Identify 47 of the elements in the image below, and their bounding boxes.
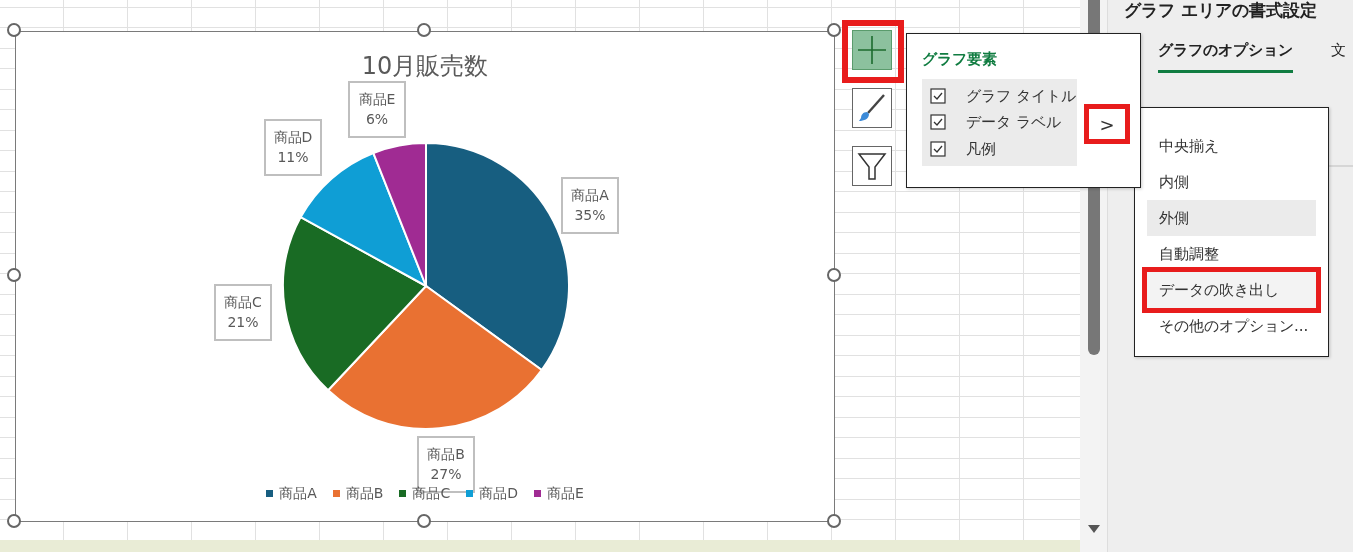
pane-tab[interactable]: 文 (1331, 38, 1346, 73)
value-text: 35% (574, 207, 606, 223)
checkbox[interactable] (930, 140, 946, 157)
chart-area[interactable]: 10月販売数 商品A 35% 商品B 27% 商品C 21% 商品D 11% 商品E 6% 商品A 商品B 商品C 商品D 商品E (15, 31, 835, 522)
resize-handle[interactable] (827, 23, 841, 37)
filter-icon (856, 150, 888, 182)
resize-handle[interactable] (7, 514, 21, 528)
value-text: 27% (430, 466, 462, 482)
menu-item[interactable]: その他のオプション... (1147, 308, 1316, 344)
resize-handle[interactable] (827, 514, 841, 528)
checkbox-item[interactable]: グラフ タイトル (922, 82, 1077, 109)
legend-label: 商品D (479, 484, 518, 503)
label-text: 商品C (224, 295, 262, 311)
checkbox-item[interactable]: 凡例 (922, 135, 1077, 162)
checkbox[interactable] (930, 114, 946, 131)
label-text: 商品A (571, 188, 609, 204)
value-text: 11% (277, 149, 309, 165)
menu-item[interactable]: 中央揃え (1147, 128, 1316, 164)
resize-handle[interactable] (417, 514, 431, 528)
chart-styles-button[interactable] (852, 88, 892, 128)
resize-handle[interactable] (827, 268, 841, 282)
label-text: 商品E (358, 92, 396, 108)
checkbox[interactable] (930, 87, 946, 104)
value-text: 21% (227, 314, 259, 330)
scroll-down-icon[interactable] (1087, 524, 1101, 534)
label-text: 商品B (427, 447, 465, 463)
pane-tab[interactable]: グラフのオプション (1158, 38, 1293, 73)
chart-elements-button[interactable] (852, 30, 892, 70)
legend-label: 商品B (345, 484, 384, 503)
resize-handle[interactable] (7, 23, 21, 37)
plus-icon (856, 34, 888, 66)
resize-handle[interactable] (417, 23, 431, 37)
menu-item[interactable]: 内側 (1147, 164, 1316, 200)
chart-filters-button[interactable] (852, 146, 892, 186)
pane-title: グラフ エリアの書式設定 (1124, 0, 1318, 21)
checkbox-item[interactable]: データ ラベル (922, 109, 1077, 136)
legend-label: 商品C (412, 484, 451, 503)
resize-handle[interactable] (7, 268, 21, 282)
menu-item[interactable]: 外側 (1147, 200, 1316, 236)
label-text: 商品D (273, 130, 313, 146)
menu-item[interactable]: 自動調整 (1147, 236, 1316, 272)
value-text: 6% (365, 111, 389, 127)
popup-title: グラフ要素 (922, 49, 998, 70)
legend-label: 商品A (279, 484, 317, 503)
legend-label: 商品E (546, 484, 584, 503)
chart-title: 10月販売数 (360, 52, 490, 81)
paintbrush-icon (856, 92, 888, 124)
